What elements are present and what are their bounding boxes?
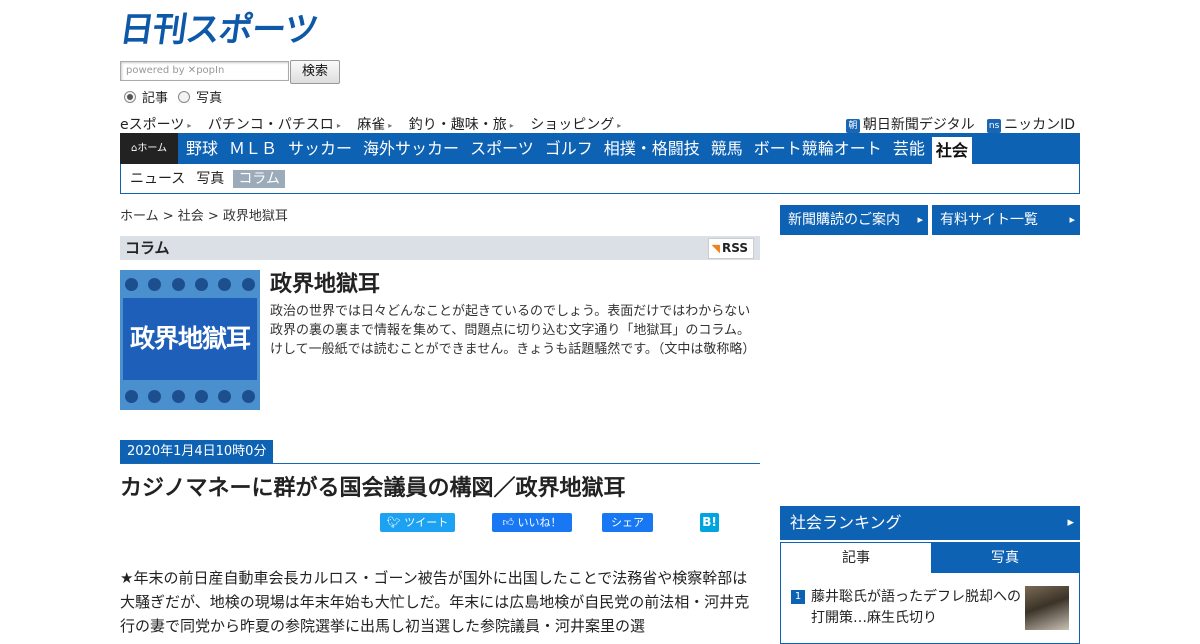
- tab-baseball[interactable]: 野球: [182, 133, 222, 164]
- column-title: 政界地獄耳: [270, 272, 381, 297]
- subnav-item-mahjong[interactable]: 麻雀: [357, 114, 392, 134]
- rss-button[interactable]: ◥ RSS: [707, 238, 754, 259]
- tab-sumo-fighting[interactable]: 相撲・格闘技: [600, 133, 704, 164]
- thumb-dots-top: [120, 274, 260, 294]
- search-type-radios: 記事 写真: [124, 87, 228, 106]
- tab-entertainment[interactable]: 芸能: [889, 133, 929, 164]
- search-input[interactable]: powered by ✕popIn: [120, 61, 289, 81]
- subnav-item-fishing[interactable]: 釣り・趣味・旅: [409, 114, 514, 134]
- home-tab-label: ホーム: [137, 143, 168, 154]
- subtab-news[interactable]: ニュース: [128, 170, 187, 188]
- asahi-digital-label: 朝日新聞デジタル: [862, 117, 975, 133]
- ranking-tab-articles[interactable]: 記事: [781, 543, 931, 573]
- tab-mlb[interactable]: ＭＬＢ: [225, 133, 281, 164]
- thumbs-up-icon: 👍︎: [502, 516, 518, 529]
- nikkan-id-label: ニッカンID: [1004, 117, 1075, 133]
- article-date-bar: 2020年1月4日10時0分: [120, 440, 760, 464]
- ranking-item-text: 藤井聡氏が語ったデフレ脱却への打開策…麻生氏切り: [811, 589, 1021, 626]
- asahi-digital-link[interactable]: 朝朝日新聞デジタル: [845, 117, 975, 133]
- column-section-label: コラム: [125, 239, 170, 257]
- tab-overseas-soccer[interactable]: 海外サッカー: [359, 133, 463, 164]
- paid-sites-button[interactable]: 有料サイト一覧: [932, 205, 1080, 235]
- main-navigation: ⌂ホーム 野球 ＭＬＢ サッカー 海外サッカー スポーツ ゴルフ 相撲・格闘技 競馬 ボート競輪…: [120, 133, 1080, 164]
- subnav-item-shopping[interactable]: ショッピング: [530, 114, 621, 134]
- radio-article-label: 記事: [142, 91, 169, 106]
- thumb-dots-bottom: [120, 386, 260, 406]
- section-subtabs: ニュース 写真 コラム: [120, 164, 1080, 194]
- asahi-badge-icon: 朝: [845, 119, 860, 133]
- article-body: ★年末の前日産自動車会長カルロス・ゴーン被告が国外に出国したことで法務省や検察幹…: [120, 569, 750, 635]
- tab-boat-keirin-auto[interactable]: ボート競輪オート: [750, 133, 886, 164]
- twitter-icon: 🐦︎: [386, 516, 405, 529]
- page: 日刊スポーツ powered by ✕popIn 検索 記事 写真 eスポーツ …: [117, 0, 1080, 644]
- tab-sports[interactable]: スポーツ: [466, 133, 538, 164]
- column-thumbnail: 政界地獄耳: [120, 270, 260, 410]
- tab-soccer[interactable]: サッカー: [284, 133, 356, 164]
- subnav-item-esports[interactable]: eスポーツ: [120, 114, 191, 134]
- breadcrumb[interactable]: ホーム > 社会 > 政界地獄耳: [120, 205, 288, 224]
- subtab-photo[interactable]: 写真: [194, 170, 226, 188]
- ranking-panel: 記事 写真 1 藤井聡氏が語ったデフレ脱却への打開策…麻生氏切り: [780, 542, 1080, 644]
- like-button[interactable]: 👍︎ いいね！: [492, 513, 572, 532]
- rss-label: RSS: [722, 241, 748, 255]
- rss-icon: ◥: [711, 242, 720, 255]
- radio-photo-label: 写真: [196, 91, 223, 106]
- ranking-number: 1: [791, 590, 805, 604]
- tab-horse-racing[interactable]: 競馬: [707, 133, 747, 164]
- external-links: 朝朝日新聞デジタル ns ニッカンID: [845, 114, 1075, 134]
- hatena-bookmark-button[interactable]: B!: [700, 513, 719, 532]
- site-logo[interactable]: 日刊スポーツ: [117, 10, 321, 50]
- category-tabs: 野球 ＭＬＢ サッカー 海外サッカー スポーツ ゴルフ 相撲・格闘技 競馬 ボート競輪オート 芸能…: [182, 133, 975, 164]
- ranking-item[interactable]: 1 藤井聡氏が語ったデフレ脱却への打開策…麻生氏切り: [791, 587, 1021, 629]
- home-tab[interactable]: ⌂ホーム: [120, 133, 178, 164]
- subscription-info-button[interactable]: 新聞購読のご案内: [780, 205, 928, 235]
- article-date: 2020年1月4日10時0分: [120, 440, 274, 463]
- column-section-header: コラム ◥ RSS: [120, 236, 760, 260]
- ranking-tab-photos[interactable]: 写真: [931, 543, 1079, 573]
- radio-article[interactable]: [124, 91, 136, 103]
- ranking-header[interactable]: 社会ランキング: [780, 506, 1080, 540]
- logo-text: 日刊スポーツ: [117, 10, 321, 50]
- sub-navigation: eスポーツ パチンコ・パチスロ 麻雀 釣り・趣味・旅 ショッピング 朝朝日新聞デ…: [120, 114, 1080, 134]
- subnav-item-pachinko[interactable]: パチンコ・パチスロ: [208, 114, 341, 134]
- column-description: 政治の世界では日々どんなことが起きているのでしょう。表面だけではわからない政界の…: [270, 304, 756, 357]
- ns-badge-icon: ns: [987, 119, 1002, 133]
- nikkan-id-link[interactable]: ns ニッカンID: [987, 117, 1075, 133]
- tweet-label: ツイート: [404, 516, 449, 529]
- subtab-column[interactable]: コラム: [233, 170, 285, 188]
- search-button[interactable]: 検索: [290, 60, 340, 84]
- share-button[interactable]: シェア: [602, 513, 653, 532]
- like-label: いいね！: [517, 516, 562, 529]
- ranking-item-thumbnail[interactable]: [1025, 586, 1069, 630]
- thumb-title: 政界地獄耳: [123, 298, 257, 380]
- tab-golf[interactable]: ゴルフ: [541, 133, 597, 164]
- tweet-button[interactable]: 🐦︎ ツイート: [380, 513, 455, 532]
- radio-photo[interactable]: [178, 91, 191, 103]
- article-headline: カジノマネーに群がる国会議員の構図／政界地獄耳: [120, 476, 626, 501]
- tab-society[interactable]: 社会: [931, 137, 972, 164]
